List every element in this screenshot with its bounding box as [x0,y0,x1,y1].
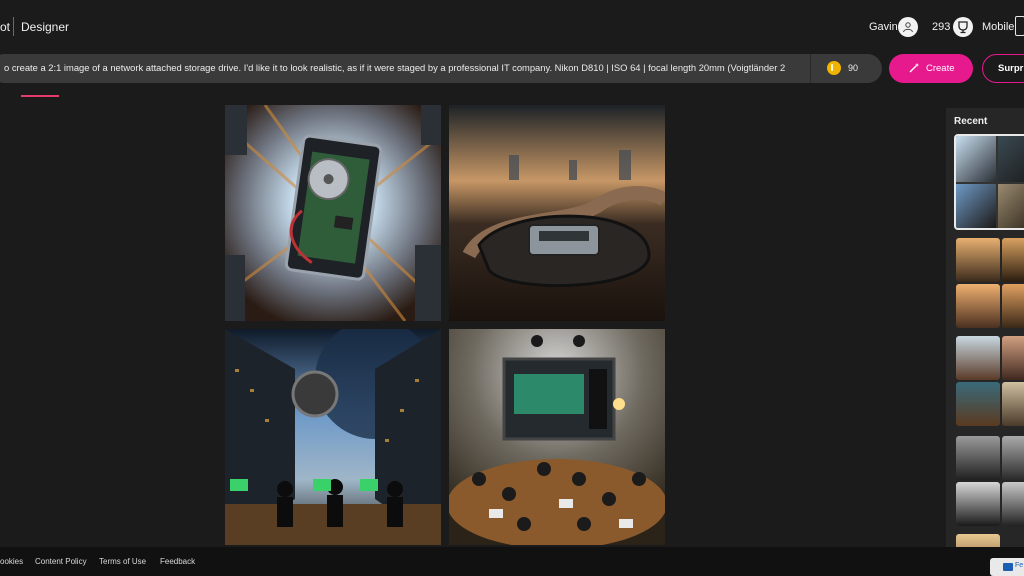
generated-image-3[interactable] [225,329,441,545]
feedback-chip-label: Fe [1015,562,1024,569]
surprise-button[interactable]: Surpris [982,54,1024,83]
footer-link-terms[interactable]: Terms of Use [99,557,146,566]
phone-icon[interactable] [1015,16,1024,36]
footer-link-feedback[interactable]: Feedback [160,557,195,566]
active-tab-indicator [21,95,59,97]
footer-link-cookies[interactable]: ookies [0,557,23,566]
product-name[interactable]: Designer [21,20,69,34]
recent-thumbnail[interactable] [1002,284,1024,328]
recent-thumbnail[interactable] [1002,436,1024,480]
credits-count[interactable]: 293 [932,21,950,33]
recent-thumbnail[interactable] [956,482,1000,526]
mobile-label[interactable]: Mobile [982,21,1014,33]
feedback-icon [1003,563,1013,571]
brand-name[interactable]: ot [0,20,10,34]
feedback-button[interactable]: Fe [990,558,1024,576]
generated-image-2[interactable] [449,105,665,321]
recent-panel: Recent [946,108,1024,576]
footer: ookies Content Policy Terms of Use Feedb… [0,547,1024,576]
header-divider [13,17,14,36]
recent-thumbnail[interactable] [956,436,1000,480]
surprise-label: Surpris [998,63,1024,74]
recent-thumbnail[interactable] [956,238,1000,282]
footer-link-content-policy[interactable]: Content Policy [35,557,87,566]
generated-image-1[interactable] [225,105,441,321]
recent-title: Recent [954,116,988,127]
generated-image-4[interactable] [449,329,665,545]
prompt-input-bar[interactable]: o create a 2:1 image of a network attach… [0,54,882,83]
recent-thumbnail[interactable] [1002,238,1024,282]
trophy-icon[interactable] [953,17,973,37]
recent-thumbnail[interactable] [956,336,1000,380]
user-avatar-icon[interactable] [898,17,918,37]
recent-thumbnail[interactable] [1002,336,1024,380]
recent-thumbnail-selected[interactable] [954,134,1024,230]
recent-thumbnail[interactable] [956,382,1000,426]
recent-thumbnail[interactable] [956,284,1000,328]
user-name[interactable]: Gavin [869,21,898,33]
boost-count: 90 [848,63,859,73]
recent-thumbnail[interactable] [1002,482,1024,526]
recent-thumbnail[interactable] [1002,382,1024,426]
create-label: Create [926,63,955,74]
create-button[interactable]: Create [889,54,973,83]
prompt-input[interactable]: o create a 2:1 image of a network attach… [4,62,804,73]
wand-icon [909,63,919,73]
top-header: ot Designer Gavin 293 Mobile [0,0,1024,54]
coin-icon [827,61,841,75]
boost-counter[interactable]: 90 [810,54,882,83]
